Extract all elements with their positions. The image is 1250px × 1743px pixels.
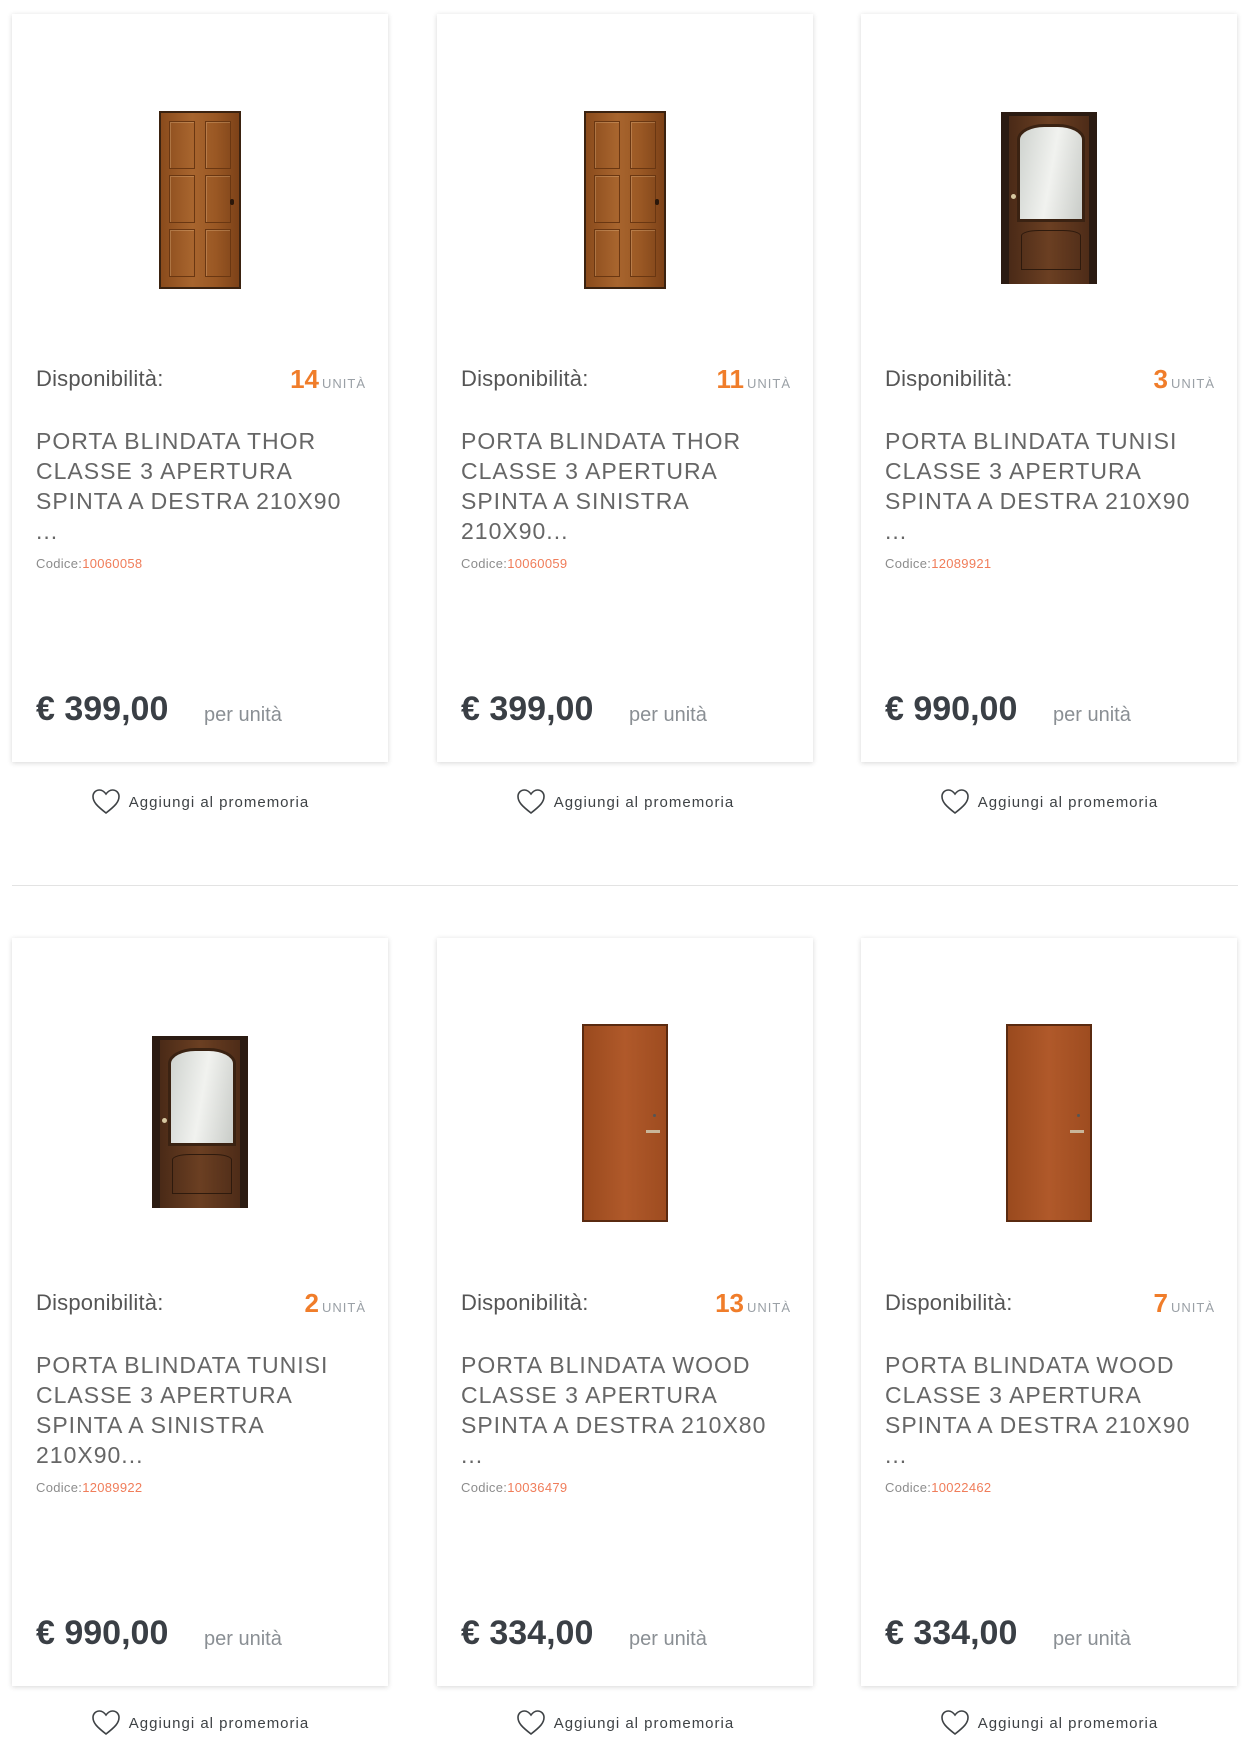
- reminder-label: Aggiungi al promemoria: [128, 1714, 310, 1732]
- product-title[interactable]: PORTA BLINDATA TUNISI CLASSE 3 APERTURA …: [36, 1350, 360, 1470]
- product-code: Codice:10060058: [36, 556, 142, 571]
- availability-label: Disponibilità:: [36, 1290, 164, 1315]
- heart-icon: [940, 789, 969, 815]
- code-value: 10036479: [507, 1480, 568, 1495]
- availability-value: 11 UNITÀ: [717, 364, 792, 395]
- heart-icon: [940, 1710, 969, 1736]
- reminder-label: Aggiungi al promemoria: [553, 1714, 735, 1732]
- product-title[interactable]: PORTA BLINDATA WOOD CLASSE 3 APERTURA SP…: [461, 1350, 785, 1470]
- product-title[interactable]: PORTA BLINDATA TUNISI CLASSE 3 APERTURA …: [885, 426, 1209, 546]
- product-card[interactable]: Disponibilità: 2 UNITÀ PORTA BLINDATA TUN…: [12, 938, 388, 1686]
- product-card[interactable]: Disponibilità: 3 UNITÀ PORTA BLINDATA TUN…: [861, 14, 1237, 762]
- availability-count: 14: [290, 364, 319, 394]
- product-code: Codice:10060059: [461, 556, 567, 571]
- product-price: € 334,00: [461, 1614, 594, 1652]
- availability-count: 13: [715, 1288, 744, 1318]
- availability-count: 2: [304, 1288, 319, 1318]
- code-value: 12089922: [82, 1480, 143, 1495]
- product-image[interactable]: [861, 938, 1237, 1238]
- availability-label: Disponibilità:: [461, 366, 589, 391]
- product-image[interactable]: [861, 14, 1237, 314]
- availability-value: 13 UNITÀ: [715, 1288, 791, 1319]
- product-price: € 399,00: [461, 690, 594, 728]
- heart-icon: [516, 789, 545, 815]
- availability-label: Disponibilità:: [885, 366, 1013, 391]
- product-code: Codice:10022462: [885, 1480, 991, 1495]
- door-image: [159, 111, 241, 289]
- availability-unit: UNITÀ: [747, 376, 791, 391]
- availability-value: 2 UNITÀ: [305, 1288, 366, 1319]
- product-code: Codice:12089922: [36, 1480, 142, 1495]
- door-image: [152, 1036, 248, 1208]
- product-card[interactable]: Disponibilità: 13 UNITÀ PORTA BLINDATA WO…: [437, 938, 813, 1686]
- row-divider: [12, 885, 1238, 886]
- code-label: Codice:: [36, 1480, 83, 1495]
- per-unit-label: per unità: [204, 704, 282, 726]
- availability-label: Disponibilità:: [461, 1290, 589, 1315]
- availability-label: Disponibilità:: [885, 1290, 1013, 1315]
- availability-label: Disponibilità:: [36, 366, 164, 391]
- availability-unit: UNITÀ: [747, 1300, 791, 1315]
- heart-icon: [516, 1710, 545, 1736]
- product-code: Codice:12089921: [885, 556, 991, 571]
- reminder-label: Aggiungi al promemoria: [128, 793, 310, 811]
- reminder-label: Aggiungi al promemoria: [553, 793, 735, 811]
- per-unit-label: per unità: [204, 1628, 282, 1650]
- product-title[interactable]: PORTA BLINDATA THOR CLASSE 3 APERTURA SP…: [36, 426, 360, 546]
- availability-count: 3: [1153, 364, 1168, 394]
- product-image[interactable]: [437, 938, 813, 1238]
- product-price: € 334,00: [885, 1614, 1018, 1652]
- add-to-reminder-button[interactable]: Aggiungi al promemoria: [12, 1703, 388, 1743]
- product-title[interactable]: PORTA BLINDATA THOR CLASSE 3 APERTURA SP…: [461, 426, 785, 546]
- add-to-reminder-button[interactable]: Aggiungi al promemoria: [12, 782, 388, 822]
- code-value: 10022462: [931, 1480, 992, 1495]
- add-to-reminder-button[interactable]: Aggiungi al promemoria: [861, 782, 1237, 822]
- code-value: 10060058: [82, 556, 143, 571]
- door-image: [582, 1024, 668, 1222]
- availability-unit: UNITÀ: [322, 1300, 366, 1315]
- heart-icon: [91, 1710, 120, 1736]
- per-unit-label: per unità: [629, 704, 707, 726]
- availability-unit: UNITÀ: [322, 376, 366, 391]
- door-image: [1006, 1024, 1092, 1222]
- code-value: 10060059: [507, 556, 568, 571]
- add-to-reminder-button[interactable]: Aggiungi al promemoria: [861, 1703, 1237, 1743]
- availability-unit: UNITÀ: [1171, 376, 1215, 391]
- product-image[interactable]: [12, 938, 388, 1238]
- product-image[interactable]: [12, 14, 388, 314]
- availability-unit: UNITÀ: [1171, 1300, 1215, 1315]
- add-to-reminder-button[interactable]: Aggiungi al promemoria: [437, 1703, 813, 1743]
- per-unit-label: per unità: [629, 1628, 707, 1650]
- availability-value: 3 UNITÀ: [1154, 364, 1215, 395]
- code-value: 12089921: [931, 556, 992, 571]
- code-label: Codice:: [36, 556, 83, 571]
- door-image: [584, 111, 666, 289]
- availability-count: 11: [716, 364, 745, 394]
- product-card[interactable]: Disponibilità: 11 UNITÀ PORTA BLINDATA TH…: [437, 14, 813, 762]
- product-card[interactable]: Disponibilità: 7 UNITÀ PORTA BLINDATA WOO…: [861, 938, 1237, 1686]
- add-to-reminder-button[interactable]: Aggiungi al promemoria: [437, 782, 813, 822]
- product-card[interactable]: Disponibilità: 14 UNITÀ PORTA BLINDATA TH…: [12, 14, 388, 762]
- availability-value: 14 UNITÀ: [290, 364, 366, 395]
- product-price: € 990,00: [36, 1614, 169, 1652]
- per-unit-label: per unità: [1053, 1628, 1131, 1650]
- code-label: Codice:: [461, 556, 508, 571]
- heart-icon: [91, 789, 120, 815]
- per-unit-label: per unità: [1053, 704, 1131, 726]
- door-image: [1001, 112, 1097, 284]
- availability-value: 7 UNITÀ: [1154, 1288, 1215, 1319]
- reminder-label: Aggiungi al promemoria: [977, 1714, 1159, 1732]
- product-image[interactable]: [437, 14, 813, 314]
- product-code: Codice:10036479: [461, 1480, 567, 1495]
- reminder-label: Aggiungi al promemoria: [977, 793, 1159, 811]
- code-label: Codice:: [885, 1480, 932, 1495]
- product-title[interactable]: PORTA BLINDATA WOOD CLASSE 3 APERTURA SP…: [885, 1350, 1209, 1470]
- product-price: € 990,00: [885, 690, 1018, 728]
- code-label: Codice:: [885, 556, 932, 571]
- availability-count: 7: [1153, 1288, 1168, 1318]
- product-price: € 399,00: [36, 690, 169, 728]
- code-label: Codice:: [461, 1480, 508, 1495]
